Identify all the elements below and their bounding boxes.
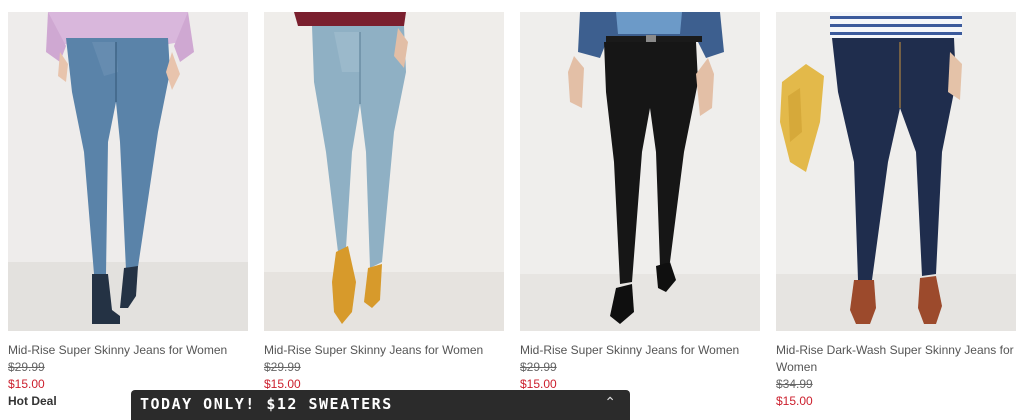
original-price: $29.99 bbox=[264, 360, 301, 374]
product-card[interactable]: Mid-Rise Super Skinny Jeans for Women $2… bbox=[264, 12, 504, 393]
original-price: $29.99 bbox=[8, 360, 45, 374]
product-name[interactable]: Mid-Rise Super Skinny Jeans for Women bbox=[8, 342, 248, 359]
product-card[interactable]: Mid-Rise Super Skinny Jeans for Women $2… bbox=[520, 12, 760, 393]
product-name[interactable]: Mid-Rise Super Skinny Jeans for Women bbox=[520, 342, 760, 359]
promo-banner-text: TODAY ONLY! $12 SWEATERS bbox=[140, 395, 393, 413]
chevron-up-icon[interactable]: ⌃ bbox=[604, 394, 616, 411]
original-price: $34.99 bbox=[776, 377, 813, 391]
sale-price: $15.00 bbox=[776, 394, 813, 408]
product-name[interactable]: Mid-Rise Super Skinny Jeans for Women bbox=[264, 342, 504, 359]
product-name[interactable]: Mid-Rise Dark-Wash Super Skinny Jeans fo… bbox=[776, 342, 1016, 376]
product-image[interactable] bbox=[8, 12, 248, 331]
original-price: $29.99 bbox=[520, 360, 557, 374]
promo-banner[interactable]: TODAY ONLY! $12 SWEATERS ⌃ bbox=[131, 390, 630, 420]
product-grid: Mid-Rise Super Skinny Jeans for Women $2… bbox=[0, 0, 1016, 408]
product-card[interactable]: Mid-Rise Super Skinny Jeans for Women $2… bbox=[8, 12, 248, 410]
product-image[interactable] bbox=[264, 12, 504, 331]
product-card[interactable]: Mid-Rise Dark-Wash Super Skinny Jeans fo… bbox=[776, 12, 1016, 410]
product-image[interactable] bbox=[520, 12, 760, 331]
product-image[interactable] bbox=[776, 12, 1016, 331]
